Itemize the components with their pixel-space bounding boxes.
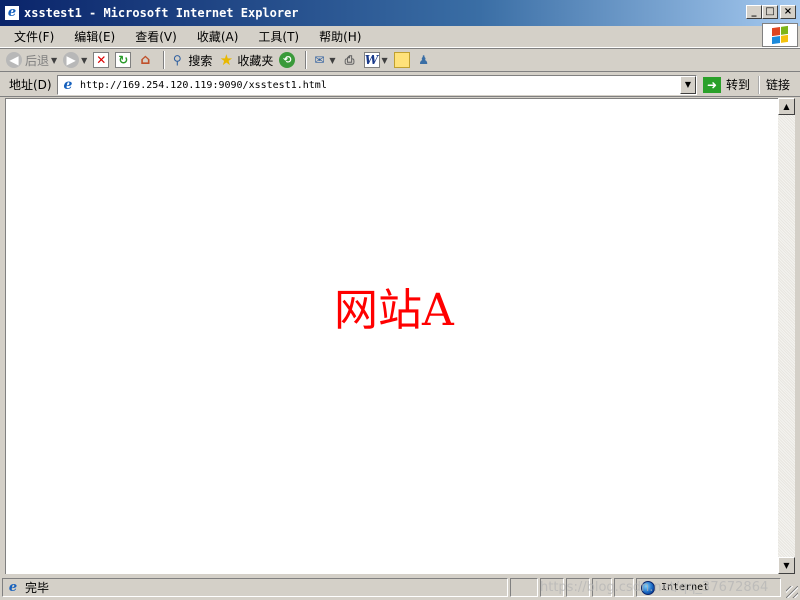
home-button[interactable]: ⌂ — [137, 52, 153, 68]
close-button[interactable]: × — [780, 5, 796, 19]
security-zone[interactable]: Internet — [636, 578, 781, 597]
messenger-button[interactable]: ♟ — [416, 52, 432, 68]
menu-view[interactable]: 查看(V) — [129, 28, 183, 45]
minimize-button[interactable]: _ — [746, 5, 762, 19]
windows-flag-icon — [772, 25, 788, 45]
history-button[interactable]: ⟲ — [279, 52, 296, 68]
menu-file[interactable]: 文件(F) — [8, 28, 60, 45]
page-icon: e — [63, 77, 73, 93]
search-button[interactable]: ⚲ 搜索 — [169, 52, 212, 69]
search-label: 搜索 — [188, 53, 213, 68]
zone-label: Internet — [661, 582, 710, 593]
status-text: 完毕 — [25, 581, 50, 595]
address-input[interactable] — [80, 79, 670, 91]
resize-grip-icon[interactable] — [786, 586, 798, 598]
favorites-label: 收藏夹 — [237, 53, 274, 68]
globe-icon — [641, 580, 655, 595]
title-bar[interactable]: e xsstest1 - Microsoft Internet Explorer… — [0, 0, 800, 26]
windows-logo — [762, 23, 798, 47]
standard-toolbar: ◀ 后退 ▼ ▶ ▼ ✕ ↻ ⌂ ⚲ 搜索 ★ 收藏夹 ⟲ ✉ ▼ ⎙ W ▼ … — [0, 48, 800, 72]
back-arrow-icon: ◀ — [6, 52, 22, 68]
window-controls: _ □ × — [746, 5, 796, 19]
links-button[interactable]: 链接 — [758, 76, 790, 94]
status-pane — [566, 578, 590, 597]
stop-icon: ✕ — [93, 52, 110, 68]
status-pane — [510, 578, 538, 597]
mail-dropdown-icon[interactable]: ▼ — [329, 56, 335, 65]
page-content: 网站A — [5, 98, 778, 574]
forward-button[interactable]: ▶ ▼ — [63, 52, 87, 68]
maximize-button[interactable]: □ — [762, 5, 778, 19]
status-pane — [592, 578, 612, 597]
status-main-pane: e 完毕 — [2, 578, 508, 597]
toolbar-separator — [163, 51, 166, 69]
toolbar-separator — [305, 51, 308, 69]
status-pane — [540, 578, 564, 597]
messenger-icon: ♟ — [418, 53, 430, 67]
status-bar: e 完毕 Internet https://blog.csdn.net/qq_3… — [0, 576, 800, 600]
window-title: xsstest1 - Microsoft Internet Explorer — [24, 6, 299, 20]
search-icon: ⚲ — [172, 53, 182, 67]
address-bar: 地址(D) e ▼ ➜ 转到 链接 — [0, 73, 800, 97]
menu-edit[interactable]: 编辑(E) — [68, 28, 121, 45]
go-button[interactable]: ➜ 转到 — [703, 76, 750, 93]
forward-arrow-icon: ▶ — [63, 52, 80, 68]
forward-dropdown-icon[interactable]: ▼ — [81, 56, 87, 65]
menu-tools[interactable]: 工具(T) — [252, 28, 305, 45]
print-icon: ⎙ — [344, 52, 355, 67]
go-arrow-icon: ➜ — [703, 76, 721, 93]
address-dropdown-icon[interactable]: ▼ — [680, 76, 696, 94]
page-done-icon: e — [8, 579, 18, 595]
menu-help[interactable]: 帮助(H) — [313, 28, 367, 45]
scroll-up-button[interactable]: ▲ — [778, 98, 795, 115]
address-box[interactable]: e ▼ — [57, 75, 697, 95]
menu-bar: 文件(F) 编辑(E) 查看(V) 收藏(A) 工具(T) 帮助(H) — [0, 26, 800, 48]
back-dropdown-icon[interactable]: ▼ — [51, 56, 57, 65]
back-button[interactable]: ◀ 后退 ▼ — [6, 52, 57, 69]
discuss-button[interactable] — [393, 52, 410, 68]
home-icon: ⌂ — [140, 52, 151, 68]
star-icon: ★ — [219, 51, 234, 69]
refresh-icon: ↻ — [115, 52, 132, 68]
mail-icon: ✉ — [314, 53, 325, 67]
menu-favorites[interactable]: 收藏(A) — [191, 28, 245, 45]
vertical-scrollbar[interactable]: ▲ ▼ — [778, 98, 795, 574]
history-icon: ⟲ — [279, 52, 296, 68]
scroll-down-button[interactable]: ▼ — [778, 557, 795, 574]
ie-app-icon[interactable]: e — [4, 5, 20, 21]
status-pane — [614, 578, 634, 597]
print-button[interactable]: ⎙ — [342, 52, 358, 68]
refresh-button[interactable]: ↻ — [115, 52, 132, 68]
site-heading: 网站A — [334, 285, 454, 336]
discuss-icon — [393, 52, 410, 68]
go-label: 转到 — [726, 78, 751, 92]
edit-icon: W — [363, 52, 380, 68]
back-label: 后退 — [25, 53, 50, 68]
stop-button[interactable]: ✕ — [93, 52, 110, 68]
edit-button[interactable]: W ▼ — [363, 52, 388, 68]
edit-dropdown-icon[interactable]: ▼ — [382, 56, 388, 65]
address-label: 地址(D) — [9, 78, 52, 92]
mail-button[interactable]: ✉ ▼ — [311, 52, 335, 68]
favorites-button[interactable]: ★ 收藏夹 — [218, 51, 274, 69]
